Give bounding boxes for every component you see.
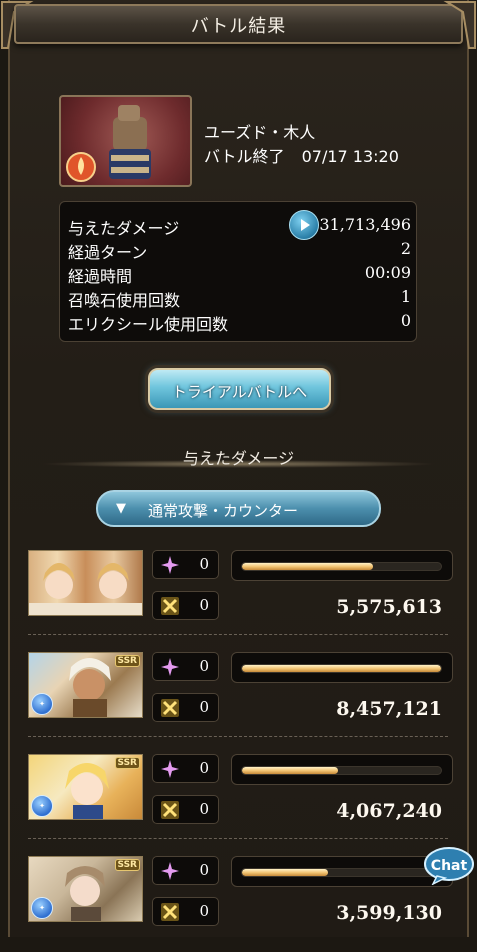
damage-bar-track [241, 868, 442, 877]
stat-row-turns: 経過ターン 2 [68, 239, 411, 262]
skill-count: 0 [199, 861, 209, 879]
damage-value: 3,599,130 [336, 902, 442, 924]
ougi-count: 0 [199, 698, 209, 716]
character-row: SSR ✦ 0 0 3,599,130 [28, 856, 453, 952]
dropdown-selected: 通常攻撃・カウンター [148, 502, 299, 520]
stat-value: 0 [400, 311, 411, 330]
character-row: 0 0 5,575,613 [28, 550, 453, 646]
character-portrait[interactable]: SSR ✦ [28, 856, 143, 922]
stat-value: 31,713,496 [319, 215, 411, 234]
ougi-count: 0 [199, 596, 209, 614]
character-portrait[interactable]: SSR ✦ [28, 754, 143, 820]
stat-row-damage: 与えたダメージ 31,713,496 [68, 215, 411, 238]
stat-value: 2 [400, 239, 411, 258]
sparkle-icon [161, 760, 179, 778]
boss-thumbnail [59, 95, 192, 187]
ougi-count: 0 [199, 800, 209, 818]
skill-count: 0 [199, 657, 209, 675]
damage-section-title: 与えたダメージ [40, 440, 437, 470]
stat-value: 00:09 [364, 263, 411, 282]
skill-count: 0 [199, 555, 209, 573]
damage-bar [231, 652, 453, 683]
crossed-swords-icon [161, 903, 179, 921]
battle-stats-panel: 与えたダメージ 31,713,496 経過ターン 2 経過時間 00:09 召喚… [59, 201, 417, 342]
boss-info: ユーズド・木人 バトル終了 07/17 13:20 [204, 121, 399, 169]
header: バトル結果 [0, 0, 477, 56]
damage-section-label: 与えたダメージ [182, 449, 295, 468]
battle-end-label: バトル終了 [204, 147, 285, 166]
crossed-swords-icon [161, 699, 179, 717]
damage-bar-fill [242, 665, 441, 672]
play-icon[interactable] [289, 210, 319, 240]
damage-bar [231, 754, 453, 785]
triangle-down-icon: ▼ [116, 501, 126, 516]
stat-row-time: 経過時間 00:09 [68, 263, 411, 286]
skill-count-box: 0 [152, 856, 219, 885]
rarity-badge: SSR [114, 757, 140, 769]
damage-bar-fill [242, 563, 374, 570]
character-portrait[interactable] [28, 550, 143, 616]
stat-value: 1 [400, 287, 411, 306]
sparkle-icon [161, 556, 179, 574]
wind-element-icon: ✦ [31, 795, 53, 817]
stat-label: 召喚石使用回数 [68, 291, 181, 310]
damage-bar-fill [242, 767, 338, 774]
rarity-badge: SSR [114, 859, 140, 871]
chat-bubble-icon: Chat [424, 847, 474, 886]
boss-name: ユーズド・木人 [204, 123, 316, 142]
ougi-count-box: 0 [152, 591, 219, 620]
character-row: SSR ✦ 0 0 4,067,240 [28, 754, 453, 850]
stat-label: エリクシール使用回数 [68, 315, 229, 334]
wind-element-icon: ✦ [31, 897, 53, 919]
stat-label: 経過ターン [68, 243, 148, 262]
ougi-count-box: 0 [152, 693, 219, 722]
skill-count-box: 0 [152, 754, 219, 783]
damage-value: 4,067,240 [336, 800, 442, 822]
ougi-count-box: 0 [152, 897, 219, 926]
training-dummy-image [66, 105, 151, 182]
sparkle-icon [161, 658, 179, 676]
trial-battle-button[interactable]: トライアルバトルへ [148, 368, 331, 410]
character-portrait[interactable]: SSR ✦ [28, 652, 143, 718]
damage-bar-fill [242, 869, 328, 876]
rarity-badge: SSR [114, 655, 140, 667]
chat-label: Chat [431, 858, 468, 874]
chat-button[interactable]: Chat [423, 845, 475, 886]
character-row: SSR ✦ 0 0 8,457,121 [28, 652, 453, 748]
damage-bar-track [241, 664, 442, 673]
row-divider [28, 634, 448, 635]
sparkle-icon [161, 862, 179, 880]
damage-value: 5,575,613 [336, 596, 442, 618]
damage-type-dropdown[interactable]: ▼ 通常攻撃・カウンター [96, 490, 381, 527]
damage-value: 8,457,121 [336, 698, 442, 720]
row-divider [28, 736, 448, 737]
damage-bar-track [241, 766, 442, 775]
stat-row-summon-count: 召喚石使用回数 1 [68, 287, 411, 310]
ougi-count-box: 0 [152, 795, 219, 824]
skill-count-box: 0 [152, 550, 219, 579]
row-divider [28, 838, 448, 839]
stat-row-elixir-count: エリクシール使用回数 0 [68, 311, 411, 334]
wind-element-icon: ✦ [31, 693, 53, 715]
crossed-swords-icon [161, 801, 179, 819]
battle-end-time: 07/17 13:20 [301, 147, 399, 166]
trial-battle-label: トライアルバトルへ [171, 383, 308, 401]
damage-bar-track [241, 562, 442, 571]
ougi-count: 0 [199, 902, 209, 920]
twin-characters-image [29, 563, 142, 615]
stat-label: 経過時間 [68, 267, 133, 286]
stat-label: 与えたダメージ [68, 219, 180, 238]
damage-bar [231, 856, 453, 887]
crossed-swords-icon [161, 597, 179, 615]
skill-count: 0 [199, 759, 209, 777]
damage-bar [231, 550, 453, 581]
skill-count-box: 0 [152, 652, 219, 681]
battle-end-line: バトル終了 07/17 13:20 [204, 145, 399, 169]
page-title: バトル結果 [190, 16, 287, 37]
